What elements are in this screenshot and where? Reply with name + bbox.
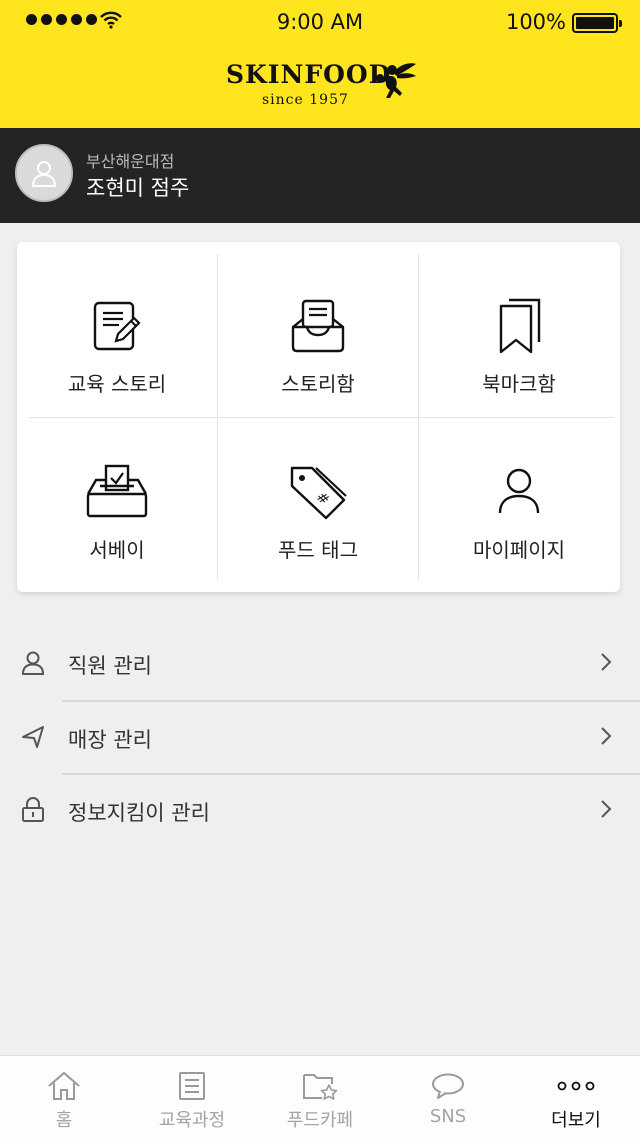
price-tag-icon: #: [290, 466, 347, 520]
menu-label: 정보지킴이 관리: [68, 801, 210, 825]
app-header: 9:00 AM 100% SKINFOOD since 1957: [0, 0, 640, 128]
chat-bubble-icon: [432, 1073, 464, 1099]
grid-item-label: 마이페이지: [473, 538, 565, 562]
menu-row-store-management[interactable]: 매장 관리: [0, 702, 640, 774]
tab-sns[interactable]: SNS: [384, 1056, 512, 1138]
grid-item-label: 북마크함: [482, 372, 556, 396]
user-name: 조현미 점주: [86, 176, 190, 200]
person-icon: [21, 651, 45, 675]
grid-item-bookmarks[interactable]: 북마크함: [419, 252, 619, 416]
tab-label: 홈: [55, 1110, 73, 1131]
grid-item-education-story[interactable]: 교육 스토리: [17, 252, 217, 416]
tab-label: 푸드카페: [286, 1110, 354, 1131]
tab-label: 교육과정: [158, 1110, 226, 1131]
grid-item-label: 푸드 태그: [278, 538, 358, 562]
svg-text:#: #: [313, 489, 333, 509]
document-edit-icon: [93, 301, 141, 351]
grid-item-story-box[interactable]: 스토리함: [218, 252, 418, 416]
status-bar: 9:00 AM 100%: [0, 0, 640, 44]
tab-more[interactable]: 더보기: [512, 1056, 640, 1138]
battery-icon: [572, 13, 622, 33]
more-dots-icon: [557, 1081, 595, 1091]
menu-row-staff-management[interactable]: 직원 관리: [0, 628, 640, 700]
tab-label: 더보기: [551, 1110, 601, 1131]
folder-star-icon: [303, 1074, 338, 1100]
tab-food-cafe[interactable]: 푸드카페: [256, 1056, 384, 1138]
cherub-icon: [376, 63, 416, 98]
inbox-tray-icon: [291, 299, 345, 353]
document-list-icon: [179, 1072, 205, 1100]
store-name: 부산해운대점: [86, 152, 175, 171]
battery-percent: 100%: [505, 10, 566, 34]
logo-since-text: since 1957: [262, 92, 349, 108]
avatar[interactable]: [15, 144, 73, 202]
tab-home[interactable]: 홈: [0, 1056, 128, 1138]
menu-label: 매장 관리: [68, 728, 152, 752]
menu-grid-card: 교육 스토리 스토리함 북마크함 서베이 # 푸드 태그 마이페이지: [17, 242, 620, 592]
bottom-tab-bar: 홈 교육과정 푸드카페 SNS 더보기: [0, 1055, 640, 1138]
navigation-arrow-icon: [22, 726, 44, 748]
grid-item-label: 스토리함: [281, 372, 355, 396]
skinfood-logo: SKINFOOD since 1957: [224, 60, 424, 116]
lock-icon: [22, 797, 44, 822]
grid-item-survey[interactable]: 서베이: [17, 418, 217, 582]
grid-item-label: 교육 스토리: [67, 372, 167, 396]
user-icon: [498, 468, 540, 514]
home-icon: [48, 1071, 80, 1100]
menu-label: 직원 관리: [68, 654, 152, 678]
menu-row-info-guard-management[interactable]: 정보지킴이 관리: [0, 775, 640, 847]
tab-label: SNS: [429, 1106, 467, 1127]
chevron-right-icon: [601, 727, 612, 745]
tab-curriculum[interactable]: 교육과정: [128, 1056, 256, 1138]
bookmarks-icon: [499, 298, 541, 354]
profile-bar: 부산해운대점 조현미 점주: [0, 128, 640, 223]
chevron-right-icon: [601, 800, 612, 818]
ballot-box-icon: [86, 464, 148, 518]
grid-item-my-page[interactable]: 마이페이지: [419, 418, 619, 582]
logo-brand-text: SKINFOOD: [226, 60, 392, 89]
grid-item-food-tag[interactable]: # 푸드 태그: [218, 418, 418, 582]
chevron-right-icon: [601, 653, 612, 671]
avatar-person-icon: [31, 161, 57, 187]
grid-item-label: 서베이: [89, 538, 145, 562]
